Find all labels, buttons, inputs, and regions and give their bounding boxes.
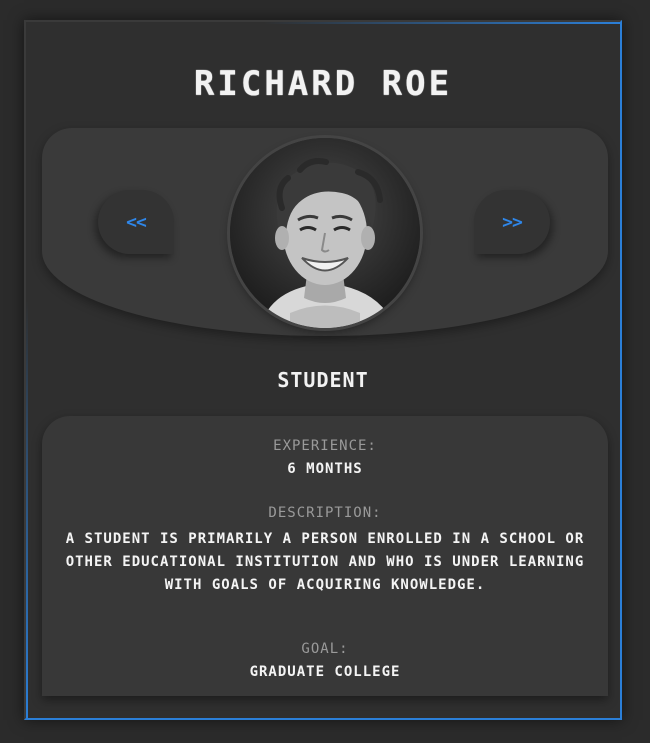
profile-card: RICHARD ROE << >> STUDENT EXPERIENCE: 6 … [24, 20, 622, 720]
goal-label: GOAL: [301, 641, 349, 657]
avatar [230, 138, 420, 328]
experience-value: 6 MONTHS [287, 461, 363, 477]
avatar-photo [230, 138, 420, 328]
experience-label: EXPERIENCE: [273, 438, 377, 454]
description-label: DESCRIPTION: [268, 505, 382, 521]
details-panel: EXPERIENCE: 6 MONTHS DESCRIPTION: A STUD… [42, 416, 608, 696]
profile-name: RICHARD ROE [193, 64, 453, 104]
photo-panel: << >> [42, 128, 608, 336]
previous-button[interactable]: << [98, 190, 174, 254]
profile-role: STUDENT [277, 368, 369, 392]
next-button[interactable]: >> [474, 190, 550, 254]
goal-value: GRADUATE COLLEGE [249, 664, 401, 680]
description-value: A STUDENT IS PRIMARILY A PERSON ENROLLED… [65, 531, 585, 593]
